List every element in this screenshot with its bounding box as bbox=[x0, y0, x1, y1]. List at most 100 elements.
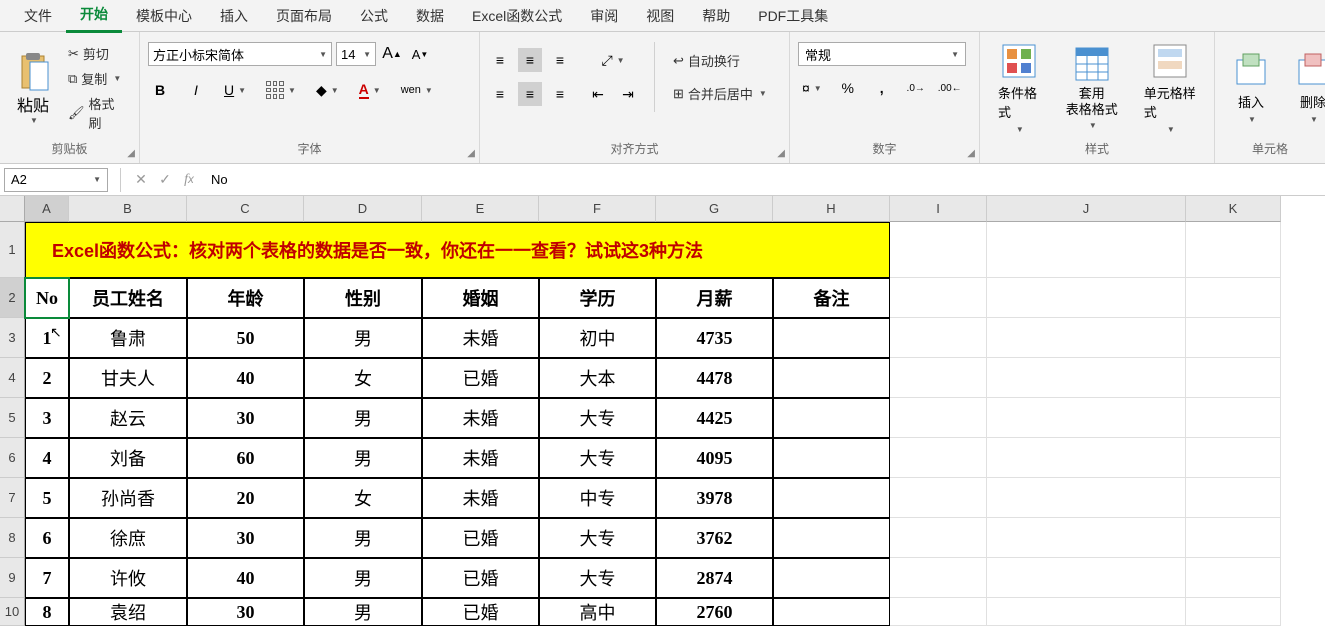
data-cell[interactable]: 3978 bbox=[656, 478, 773, 518]
data-cell[interactable]: 30 bbox=[187, 398, 304, 438]
cell[interactable] bbox=[890, 358, 987, 398]
cell[interactable] bbox=[987, 278, 1186, 318]
cell[interactable] bbox=[1186, 518, 1281, 558]
select-all-corner[interactable] bbox=[0, 196, 25, 222]
italic-button[interactable]: I bbox=[184, 78, 208, 102]
cell[interactable] bbox=[987, 558, 1186, 598]
col-header-D[interactable]: D bbox=[304, 196, 422, 222]
wrap-text-button[interactable]: ↩自动换行 bbox=[669, 49, 771, 72]
data-cell[interactable]: 20 bbox=[187, 478, 304, 518]
font-size-select[interactable]: 14▼ bbox=[336, 42, 376, 66]
formula-input[interactable] bbox=[201, 168, 1325, 192]
header-cell[interactable]: 员工姓名 bbox=[69, 278, 187, 318]
dialog-launcher-icon[interactable]: ◢ bbox=[777, 148, 785, 159]
menu-item-审阅[interactable]: 审阅 bbox=[576, 0, 632, 32]
increase-indent-button[interactable]: ⇥ bbox=[616, 82, 640, 106]
data-cell[interactable]: 未婚 bbox=[422, 478, 539, 518]
data-cell[interactable]: 大专 bbox=[539, 398, 656, 438]
number-format-select[interactable]: 常规▼ bbox=[798, 42, 966, 66]
underline-button[interactable]: U▼ bbox=[220, 78, 250, 102]
data-cell[interactable]: 甘夫人 bbox=[69, 358, 187, 398]
col-header-C[interactable]: C bbox=[187, 196, 304, 222]
cell[interactable] bbox=[987, 222, 1186, 278]
data-cell[interactable]: 大本 bbox=[539, 358, 656, 398]
decrease-decimal-button[interactable]: .00← bbox=[938, 76, 962, 100]
menu-item-文件[interactable]: 文件 bbox=[10, 0, 66, 32]
row-header-3[interactable]: 3 bbox=[0, 318, 25, 358]
increase-decimal-button[interactable]: .0→ bbox=[904, 76, 928, 100]
data-cell[interactable]: 男 bbox=[304, 518, 422, 558]
dialog-launcher-icon[interactable]: ◢ bbox=[467, 148, 475, 159]
data-cell[interactable]: 男 bbox=[304, 558, 422, 598]
menu-item-页面布局[interactable]: 页面布局 bbox=[262, 0, 346, 32]
cell[interactable] bbox=[1186, 358, 1281, 398]
col-header-K[interactable]: K bbox=[1186, 196, 1281, 222]
percent-button[interactable]: % bbox=[836, 76, 860, 100]
data-cell[interactable]: 4095 bbox=[656, 438, 773, 478]
menu-item-数据[interactable]: 数据 bbox=[402, 0, 458, 32]
data-cell[interactable]: 40 bbox=[187, 358, 304, 398]
borders-button[interactable]: ▼ bbox=[262, 78, 300, 102]
data-cell[interactable]: 高中 bbox=[539, 598, 656, 626]
cell[interactable] bbox=[890, 478, 987, 518]
menu-item-开始[interactable]: 开始 bbox=[66, 0, 122, 33]
data-cell[interactable]: 已婚 bbox=[422, 558, 539, 598]
data-cell[interactable] bbox=[773, 478, 890, 518]
data-cell[interactable]: 孙尚香 bbox=[69, 478, 187, 518]
cell[interactable] bbox=[890, 398, 987, 438]
merge-center-button[interactable]: ⊞合并后居中▼ bbox=[669, 82, 771, 105]
data-cell[interactable] bbox=[773, 558, 890, 598]
header-cell[interactable]: 年龄 bbox=[187, 278, 304, 318]
header-cell[interactable]: 备注 bbox=[773, 278, 890, 318]
data-cell[interactable]: 4478 bbox=[656, 358, 773, 398]
menu-item-Excel函数公式[interactable]: Excel函数公式 bbox=[458, 0, 576, 32]
data-cell[interactable]: 大专 bbox=[539, 558, 656, 598]
data-cell[interactable]: 女 bbox=[304, 478, 422, 518]
decrease-font-button[interactable]: A▼ bbox=[408, 42, 432, 66]
data-cell[interactable]: 8 bbox=[25, 598, 69, 626]
decrease-indent-button[interactable]: ⇤ bbox=[586, 82, 610, 106]
data-cell[interactable]: 7 bbox=[25, 558, 69, 598]
row-header-4[interactable]: 4 bbox=[0, 358, 25, 398]
cell[interactable] bbox=[890, 222, 987, 278]
cell[interactable] bbox=[987, 318, 1186, 358]
data-cell[interactable]: 60 bbox=[187, 438, 304, 478]
cell[interactable] bbox=[987, 358, 1186, 398]
data-cell[interactable]: 大专 bbox=[539, 518, 656, 558]
data-cell[interactable] bbox=[773, 598, 890, 626]
data-cell[interactable]: 已婚 bbox=[422, 358, 539, 398]
data-cell[interactable]: 2874 bbox=[656, 558, 773, 598]
data-cell[interactable]: 男 bbox=[304, 398, 422, 438]
orientation-button[interactable]: ⤢▼ bbox=[586, 48, 640, 72]
menu-item-帮助[interactable]: 帮助 bbox=[688, 0, 744, 32]
data-cell[interactable]: 刘备 bbox=[69, 438, 187, 478]
row-header-5[interactable]: 5 bbox=[0, 398, 25, 438]
header-cell[interactable]: No bbox=[25, 278, 69, 318]
col-header-I[interactable]: I bbox=[890, 196, 987, 222]
data-cell[interactable] bbox=[773, 358, 890, 398]
col-header-A[interactable]: A bbox=[25, 196, 69, 222]
cell[interactable] bbox=[890, 278, 987, 318]
align-middle-button[interactable]: ≡ bbox=[518, 48, 542, 72]
data-cell[interactable]: 4425 bbox=[656, 398, 773, 438]
font-color-button[interactable]: A▼ bbox=[355, 78, 385, 102]
data-cell[interactable]: 袁绍 bbox=[69, 598, 187, 626]
cell[interactable] bbox=[1186, 438, 1281, 478]
name-box[interactable]: A2▼ bbox=[4, 168, 108, 192]
menu-item-视图[interactable]: 视图 bbox=[632, 0, 688, 32]
col-header-F[interactable]: F bbox=[539, 196, 656, 222]
data-cell[interactable]: 男 bbox=[304, 598, 422, 626]
data-cell[interactable]: 3762 bbox=[656, 518, 773, 558]
data-cell[interactable]: 30 bbox=[187, 598, 304, 626]
data-cell[interactable]: 4735 bbox=[656, 318, 773, 358]
data-cell[interactable]: 大专 bbox=[539, 438, 656, 478]
data-cell[interactable]: 许攸 bbox=[69, 558, 187, 598]
header-cell[interactable]: 性别 bbox=[304, 278, 422, 318]
align-right-button[interactable]: ≡ bbox=[548, 82, 572, 106]
row-header-7[interactable]: 7 bbox=[0, 478, 25, 518]
paste-button[interactable]: 粘贴 ▼ bbox=[8, 48, 58, 129]
col-header-H[interactable]: H bbox=[773, 196, 890, 222]
data-cell[interactable]: 50 bbox=[187, 318, 304, 358]
row-header-10[interactable]: 10 bbox=[0, 598, 25, 626]
comma-button[interactable]: , bbox=[870, 76, 894, 100]
